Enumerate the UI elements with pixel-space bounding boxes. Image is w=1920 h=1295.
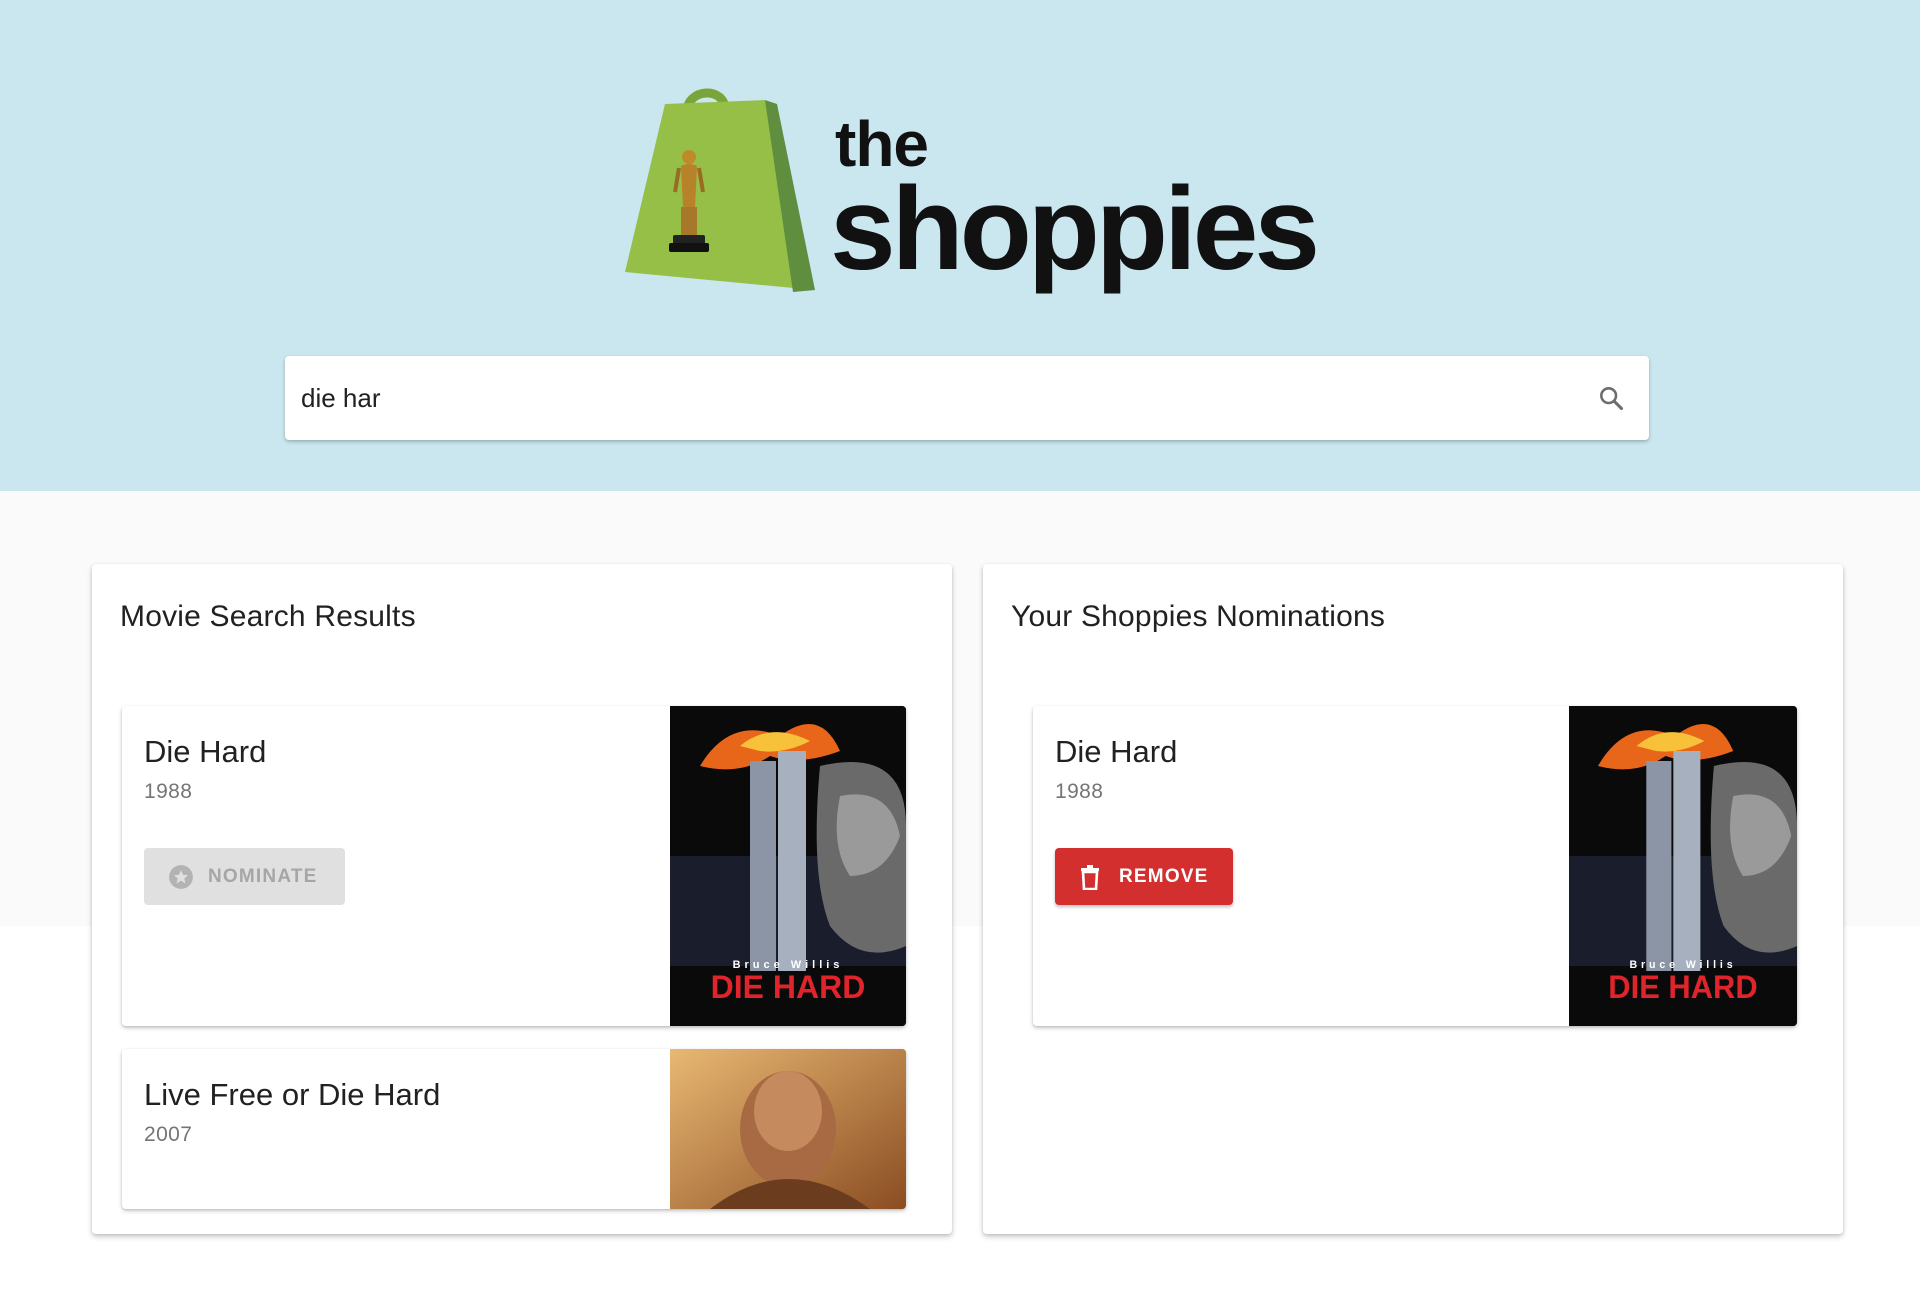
- movie-card: Die Hard 1988 NOMINATE Bruce Willis DIE …: [122, 706, 906, 1026]
- movie-card: Live Free or Die Hard 2007: [122, 1049, 906, 1209]
- panel-title: Movie Search Results: [120, 600, 416, 633]
- panel-title: Your Shoppies Nominations: [1011, 600, 1386, 633]
- movie-title: Live Free or Die Hard: [144, 1077, 441, 1112]
- poster-title: DIE HARD: [1608, 970, 1757, 1006]
- movie-title: Die Hard: [1055, 734, 1178, 769]
- search-bar: [285, 356, 1649, 440]
- shoppies-logo: the shoppies: [625, 82, 1320, 302]
- logo-text-shoppies: shoppies: [830, 163, 1320, 295]
- search-icon: [1600, 387, 1624, 411]
- remove-button[interactable]: REMOVE: [1055, 848, 1233, 905]
- search-button[interactable]: [1587, 374, 1635, 422]
- movie-year: 1988: [144, 780, 193, 803]
- movie-year: 2007: [144, 1123, 193, 1146]
- nominate-button[interactable]: NOMINATE: [144, 848, 345, 905]
- search-input[interactable]: [301, 356, 1561, 440]
- nomination-card: Die Hard 1988 REMOVE Bruce Willis DIE HA…: [1033, 706, 1797, 1026]
- movie-poster: Bruce Willis DIE HARD: [1569, 706, 1797, 1026]
- movie-poster: Bruce Willis DIE HARD: [670, 706, 906, 1026]
- shopping-bag-trophy-icon: [625, 88, 815, 292]
- movie-title: Die Hard: [144, 734, 267, 769]
- nominations-panel: Your Shoppies Nominations Die Hard 1988 …: [983, 564, 1843, 1234]
- poster-title: DIE HARD: [711, 969, 866, 1005]
- trash-icon: [1079, 864, 1105, 890]
- movie-year: 1988: [1055, 780, 1104, 803]
- search-results-panel: Movie Search Results Die Hard 1988 NOMIN…: [92, 564, 952, 1234]
- star-circle-icon: [168, 864, 194, 890]
- nominate-button-label: NOMINATE: [208, 865, 318, 887]
- movie-poster: [670, 1049, 906, 1209]
- remove-button-label: REMOVE: [1119, 865, 1209, 887]
